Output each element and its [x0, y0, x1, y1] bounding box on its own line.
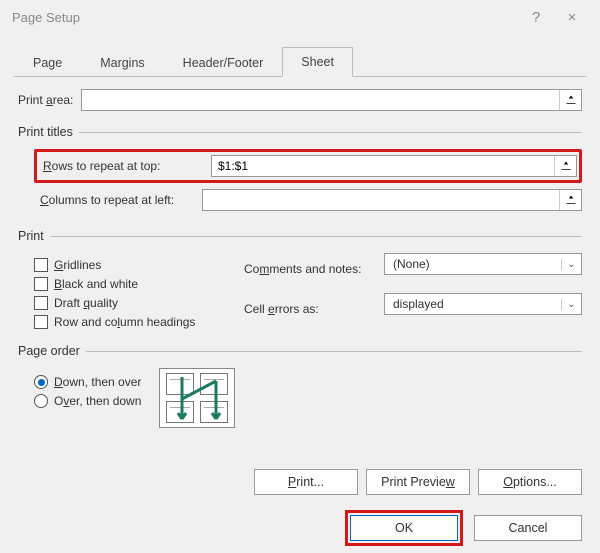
comments-value: (None): [385, 255, 561, 273]
rows-repeat-input[interactable]: [212, 156, 554, 176]
print-group: Print Gridlines Black and white Draft qu…: [18, 229, 582, 338]
print-preview-button[interactable]: Print Preview: [366, 469, 470, 495]
cols-repeat-field-wrap: [202, 189, 582, 211]
rowcol-label: Row and column headings: [54, 315, 195, 329]
range-picker-icon: [560, 160, 572, 172]
range-picker-icon: [565, 94, 577, 106]
sheet-panel: Print area: Print titles Rows to repeat …: [14, 77, 586, 501]
rows-repeat-range-picker[interactable]: [554, 156, 576, 176]
comments-select[interactable]: (None) ⌄: [384, 253, 582, 275]
draft-checkbox[interactable]: [34, 296, 48, 310]
cancel-button[interactable]: Cancel: [474, 515, 582, 541]
print-titles-legend: Print titles: [18, 125, 79, 139]
tab-page[interactable]: Page: [14, 48, 81, 77]
cols-repeat-label: Columns to repeat at left:: [34, 193, 194, 207]
gridlines-checkbox[interactable]: [34, 258, 48, 272]
range-picker-icon: [565, 194, 577, 206]
rowcol-checkbox[interactable]: [34, 315, 48, 329]
action-buttons-row: Print... Print Preview Options...: [18, 469, 582, 495]
down-over-label: Down, then over: [54, 375, 141, 389]
rows-repeat-field-wrap: [211, 155, 577, 177]
page-setup-dialog: Page Setup ? × Page Margins Header/Foote…: [0, 0, 600, 553]
tab-header-footer[interactable]: Header/Footer: [164, 48, 283, 77]
titlebar: Page Setup ? ×: [0, 0, 600, 34]
comments-label: Comments and notes:: [244, 262, 384, 276]
print-area-label: Print area:: [18, 93, 73, 107]
over-down-radio[interactable]: [34, 394, 48, 408]
cellerrors-label: Cell errors as:: [244, 302, 384, 316]
chevron-down-icon: ⌄: [561, 299, 581, 310]
cols-repeat-range-picker[interactable]: [559, 190, 581, 210]
cellerrors-select[interactable]: displayed ⌄: [384, 293, 582, 315]
tab-margins[interactable]: Margins: [81, 48, 163, 77]
print-area-range-picker[interactable]: [559, 90, 581, 110]
draft-label: Draft quality: [54, 296, 118, 310]
rows-repeat-highlight: Rows to repeat at top:: [34, 149, 582, 183]
print-titles-group: Print titles Rows to repeat at top:: [18, 125, 582, 223]
dialog-footer: OK Cancel: [0, 511, 600, 553]
gridlines-label: Gridlines: [54, 258, 101, 272]
down-over-radio[interactable]: [34, 375, 48, 389]
print-button[interactable]: Print...: [254, 469, 358, 495]
tab-sheet[interactable]: Sheet: [282, 47, 353, 77]
bw-checkbox[interactable]: [34, 277, 48, 291]
cellerrors-value: displayed: [385, 295, 561, 313]
print-area-field-wrap: [81, 89, 582, 111]
ok-button[interactable]: OK: [350, 515, 458, 541]
dialog-title: Page Setup: [12, 10, 518, 25]
cols-repeat-input[interactable]: [203, 190, 559, 210]
options-button[interactable]: Options...: [478, 469, 582, 495]
page-order-group: Page order Down, then over Over, then do…: [18, 344, 582, 432]
page-order-preview: [159, 368, 235, 428]
page-order-legend: Page order: [18, 344, 86, 358]
close-button[interactable]: ×: [554, 9, 590, 26]
help-button[interactable]: ?: [518, 9, 554, 26]
tabstrip: Page Margins Header/Footer Sheet: [14, 46, 586, 77]
print-area-input[interactable]: [82, 90, 559, 110]
print-legend: Print: [18, 229, 50, 243]
bw-label: Black and white: [54, 277, 138, 291]
over-down-label: Over, then down: [54, 394, 141, 408]
chevron-down-icon: ⌄: [561, 259, 581, 270]
rows-repeat-label: Rows to repeat at top:: [43, 159, 203, 173]
page-order-arrow-icon: [164, 371, 234, 427]
